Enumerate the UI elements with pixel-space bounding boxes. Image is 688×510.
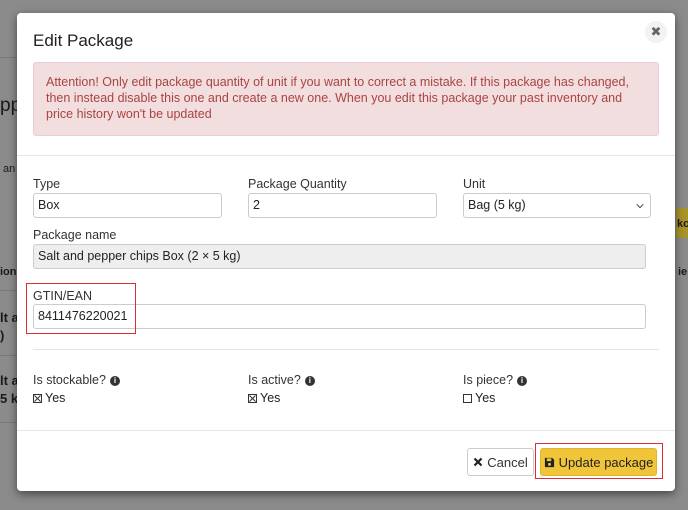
background-column-fragment: ie [678,266,688,278]
is-piece-label-text: Is piece? [463,373,514,387]
cancel-button[interactable]: Cancel [467,448,534,476]
is-piece-label: Is piece? i [463,373,528,387]
info-icon[interactable]: i [517,375,528,386]
is-piece-option[interactable]: Yes [463,391,495,405]
is-stockable-checkbox[interactable] [33,394,42,404]
type-label: Type [33,177,61,191]
package-quantity-label: Package Quantity [248,177,347,191]
background-cell-fragment: ) [0,328,5,343]
update-button-highlight-box [535,443,663,479]
is-piece-checkbox[interactable] [463,394,472,404]
is-stockable-option[interactable]: Yes [33,391,65,405]
background-cell-fragment: lt a [0,310,19,325]
is-piece-option-label: Yes [475,391,496,405]
background-cell-fragment: lt a [0,373,19,388]
cancel-button-label: Cancel [487,454,528,470]
background-divider [0,355,17,356]
modal-title: Edit Package [33,31,134,50]
background-column-fragment: ion [0,266,17,278]
close-icon: ✖ [650,24,662,39]
edit-package-modal: Edit Package ✖ Attention! Only edit pack… [17,13,675,491]
warning-alert: Attention! Only edit package quantity of… [33,62,659,136]
is-stockable-option-label: Yes [45,391,66,405]
background-text-fragment: an [3,163,16,175]
section-divider [33,349,659,350]
is-stockable-label-text: Is stockable? [33,373,106,387]
package-name-field: Salt and pepper chips Box (2 × 5 kg) [33,244,646,269]
unit-label: Unit [463,177,486,191]
is-active-option[interactable]: Yes [248,391,280,405]
modal-header: Edit Package ✖ Attention! Only edit pack… [17,13,675,156]
background-divider [0,422,17,423]
modal-footer-divider [17,430,675,431]
chevron-down-icon [636,204,644,209]
check-mark-icon [249,395,256,403]
gtin-highlight-box [26,283,136,334]
is-active-checkbox[interactable] [248,394,257,404]
package-quantity-input[interactable]: 2 [248,193,437,218]
close-button[interactable]: ✖ [645,21,667,43]
is-active-label: Is active? i [248,373,315,387]
unit-select[interactable]: Bag (5 kg) [463,193,651,218]
check-mark-icon [34,395,41,403]
type-input[interactable]: Box [33,193,222,218]
info-icon[interactable]: i [109,375,120,386]
is-active-label-text: Is active? [248,373,301,387]
unit-selected-value: Bag (5 kg) [468,198,526,212]
background-button-text-fragment: ko [677,218,688,230]
package-name-label: Package name [33,228,117,242]
info-icon[interactable]: i [304,375,315,386]
background-divider [0,57,17,58]
is-stockable-label: Is stockable? i [33,373,120,387]
close-icon [473,457,483,467]
background-divider [0,290,17,291]
is-active-option-label: Yes [260,391,281,405]
